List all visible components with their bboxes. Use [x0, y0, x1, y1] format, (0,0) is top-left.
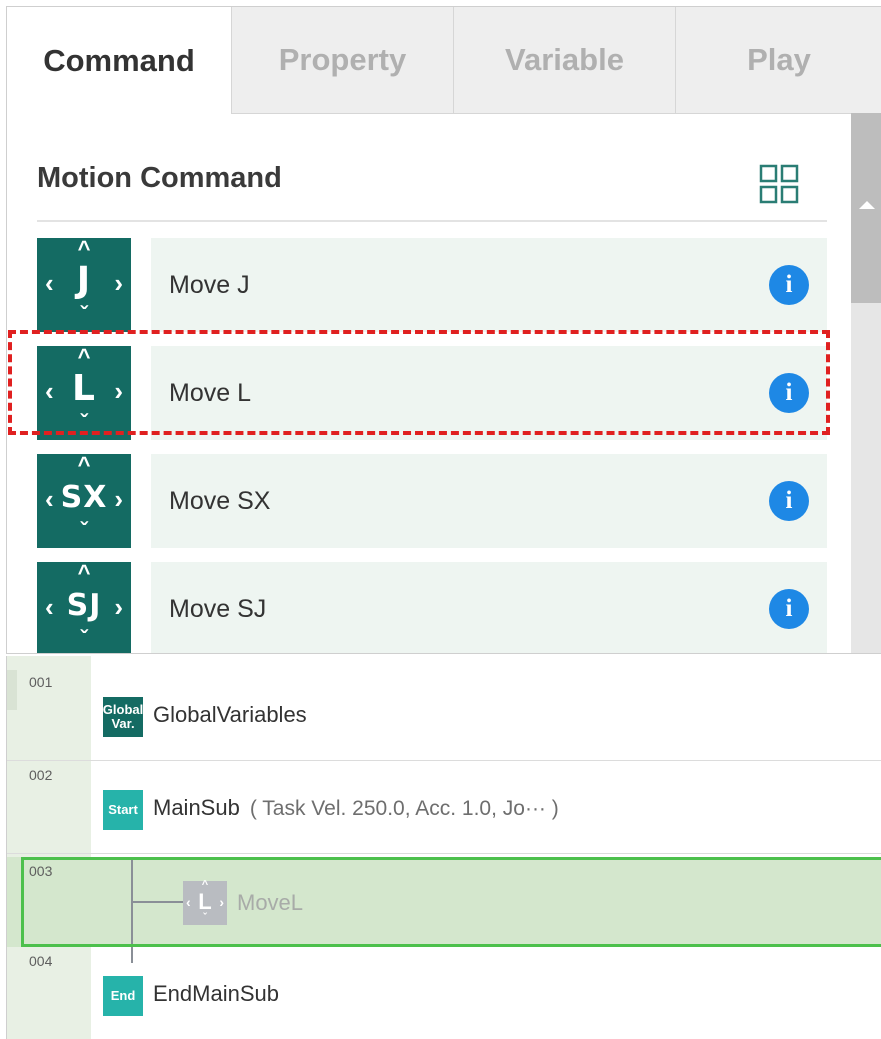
- line-number: 003: [29, 863, 53, 879]
- move-j-icon: ^ ‹ J › ˇ: [37, 236, 131, 332]
- info-icon[interactable]: i: [769, 589, 809, 629]
- scroll-up-arrow-icon[interactable]: [859, 201, 875, 209]
- command-label: Move J: [169, 270, 250, 299]
- command-label: Move SJ: [169, 594, 267, 623]
- command-move-sx[interactable]: ^ ‹ SX › ˇ Move SX i: [37, 452, 827, 548]
- command-move-j[interactable]: ^ ‹ J › ˇ Move J i: [37, 236, 827, 332]
- mainsub-params: ( Task Vel. 250.0, Acc. 1.0, Jo··· ): [249, 797, 559, 820]
- tab-property[interactable]: Property: [231, 7, 453, 114]
- move-l-ghost-label: MoveL: [237, 890, 304, 915]
- section-divider: [37, 220, 827, 222]
- move-sx-icon: ^ ‹ SX › ˇ: [37, 452, 131, 548]
- tab-command[interactable]: Command: [7, 7, 231, 114]
- move-l-ghost-icon: ^ ‹ L › ˇ: [183, 879, 227, 925]
- program-row[interactable]: 004 End EndMainSub: [7, 947, 881, 1039]
- global-var-icon: Global Var.: [103, 697, 143, 737]
- command-move-l[interactable]: ^ ‹ L › ˇ Move L i: [37, 344, 827, 440]
- command-panel: Command Property Variable Play Motion Co…: [6, 6, 881, 654]
- end-icon: End: [103, 976, 143, 1016]
- command-label: Move L: [169, 378, 251, 407]
- tree-connector-vertical: [131, 857, 133, 963]
- command-body[interactable]: Move L i: [151, 346, 827, 440]
- command-body[interactable]: Move SJ i: [151, 562, 827, 653]
- info-icon[interactable]: i: [769, 265, 809, 305]
- info-icon[interactable]: i: [769, 373, 809, 413]
- program-tree: 001 Global Var. GlobalVariables 002 Star…: [6, 656, 881, 1039]
- line-number: 004: [29, 953, 53, 969]
- program-label: EndMainSub: [153, 981, 279, 1006]
- start-icon: Start: [103, 790, 143, 830]
- section-title: Motion Command: [37, 162, 282, 194]
- scrollbar[interactable]: [851, 113, 881, 653]
- command-body[interactable]: Move SX i: [151, 454, 827, 548]
- grid-view-icon[interactable]: [759, 164, 799, 204]
- move-l-icon: ^ ‹ L › ˇ: [37, 344, 131, 440]
- tab-play[interactable]: Play: [675, 7, 881, 114]
- line-number: 002: [29, 767, 53, 783]
- command-label: Move SX: [169, 486, 271, 515]
- mainsub-name: MainSub: [153, 795, 240, 820]
- program-label: GlobalVariables: [153, 702, 307, 727]
- move-sj-icon: ^ ‹ SJ › ˇ: [37, 560, 131, 653]
- program-row[interactable]: 001 Global Var. GlobalVariables: [7, 668, 881, 761]
- tab-bar: Command Property Variable Play: [7, 7, 881, 114]
- tree-connector-horizontal: [131, 901, 183, 903]
- tab-variable[interactable]: Variable: [453, 7, 675, 114]
- line-number: 001: [29, 674, 53, 690]
- info-icon[interactable]: i: [769, 481, 809, 521]
- command-body[interactable]: Move J i: [151, 238, 827, 332]
- command-move-sj[interactable]: ^ ‹ SJ › ˇ Move SJ i: [37, 560, 827, 653]
- program-row[interactable]: 002 Start MainSub ( Task Vel. 250.0, Acc.…: [7, 761, 881, 854]
- program-label: MainSub ( Task Vel. 250.0, Acc. 1.0, Jo··…: [153, 795, 559, 821]
